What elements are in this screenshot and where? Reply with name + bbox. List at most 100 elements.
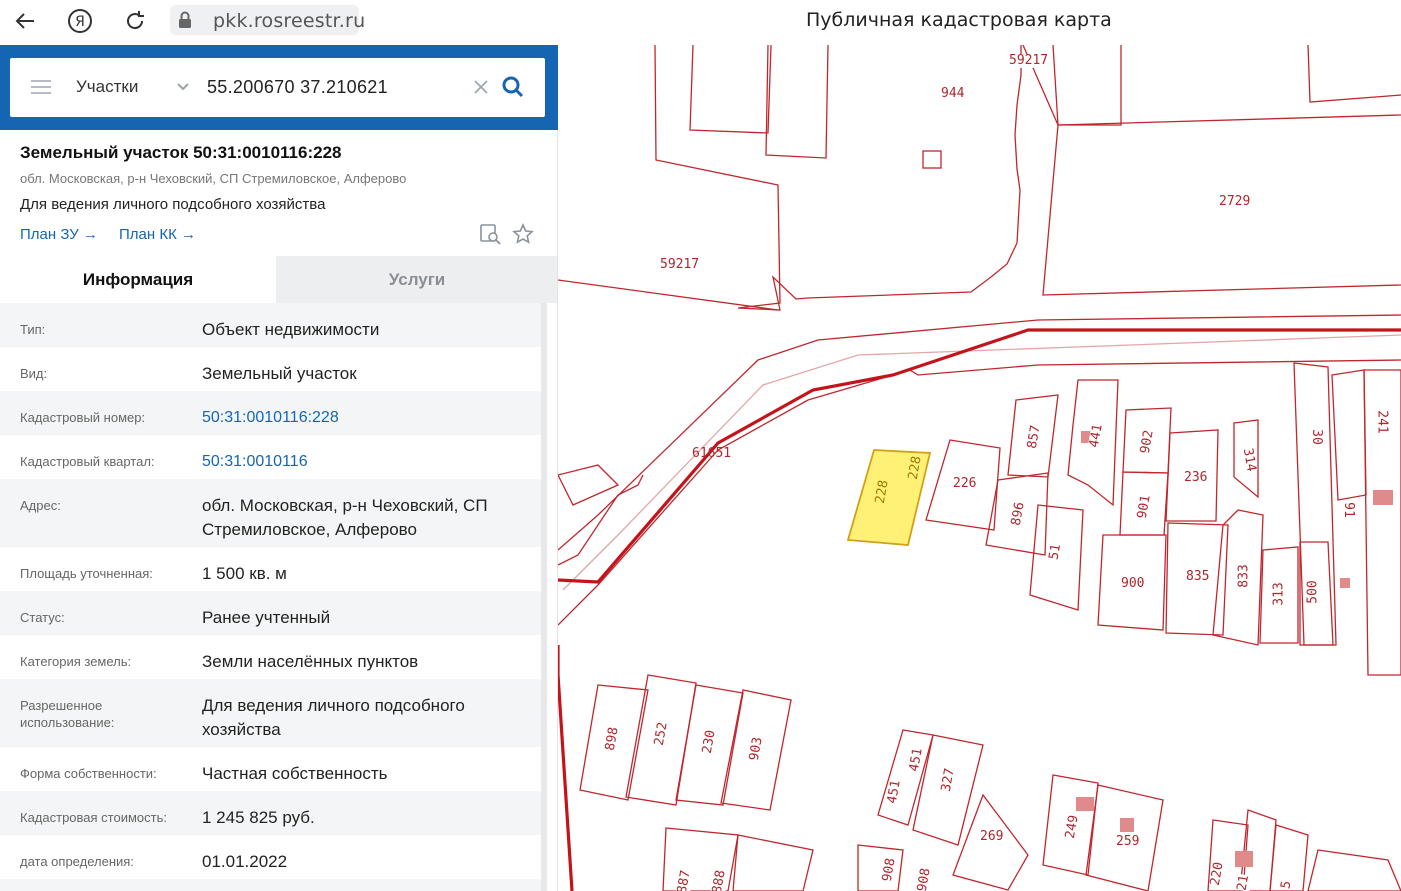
plan-zu-link[interactable]: План ЗУ → [20, 226, 98, 243]
browser-toolbar: Я pkk.rosreestr.ru Публичная кадастровая… [0, 0, 1401, 45]
tab-info[interactable]: Информация [0, 256, 276, 303]
tab-services[interactable]: Услуги [276, 256, 558, 303]
row-value: Объект недвижимости [202, 320, 380, 339]
cadastral-quarter-link[interactable]: 50:31:0010116 [202, 450, 532, 474]
info-sidebar: Участки 55.200670 37.210621 Земельный уч… [0, 45, 578, 891]
parcel-boundary [689, 45, 772, 134]
row-value: Земли населённых пунктов [202, 652, 419, 671]
scrollbar[interactable] [541, 303, 547, 891]
tab-services-label: Услуги [388, 269, 446, 289]
row-label: Площадь уточненная: [20, 566, 153, 581]
clear-icon[interactable] [473, 79, 489, 100]
reload-icon[interactable] [120, 6, 150, 36]
row-label: Вид: [20, 366, 48, 381]
search-panel: Участки 55.200670 37.210621 [0, 45, 578, 130]
yandex-icon[interactable]: Я [65, 6, 95, 36]
row-label: Кадастровый квартал: [20, 454, 155, 469]
parcel-label: 900 [1121, 576, 1145, 591]
info-list: Тип: Объект недвижимости Вид: Земельный … [0, 303, 558, 891]
road-boundary [562, 334, 1401, 591]
building [1076, 797, 1094, 811]
parcel-label: 30 [1308, 429, 1324, 445]
building [1120, 818, 1134, 832]
quarter-boundary [558, 328, 1401, 584]
arrow-right-icon: → [82, 226, 98, 243]
row-value: Для ведения личного подсобного хозяйства [202, 696, 465, 739]
info-row: Форма собственности: Частная собственнос… [0, 747, 545, 791]
search-icon[interactable] [502, 76, 524, 103]
zoom-to-object-icon[interactable] [479, 223, 501, 250]
svg-text:Я: Я [75, 14, 85, 30]
tab-info-label: Информация [82, 269, 194, 289]
parcel-label: 59217 [660, 257, 700, 272]
info-row: Разрешенное использование: Для ведения л… [0, 679, 545, 747]
parcel-boundary [1331, 369, 1367, 501]
row-label: Разрешенное использование: [20, 698, 115, 730]
map-canvas[interactable] [558, 45, 1401, 891]
parcel-boundary [922, 150, 942, 169]
url-text: pkk.rosreestr.ru [213, 10, 366, 32]
parcel-boundary [732, 834, 814, 891]
row-label: Тип: [20, 322, 46, 337]
plan-zu-label: План ЗУ [20, 226, 79, 243]
row-label: Кадастровый номер: [20, 410, 146, 425]
parcel-boundary [654, 45, 1022, 311]
parcel-label: 21 [1234, 873, 1253, 891]
parcel-label: 226 [953, 476, 977, 491]
parcel-label: 314 [1239, 447, 1259, 473]
parcel-boundary [765, 45, 829, 159]
parcel-label: 59217 [1009, 53, 1049, 68]
row-value: обл. Московская, р-н Чеховский, СП Стрем… [202, 496, 488, 539]
parcel-label: 835 [1186, 569, 1210, 584]
info-row: Кадастровая стоимость: 1 245 825 руб. [0, 791, 545, 835]
cadastral-map[interactable]: 59217 944 2729 59217 61651 228 228 226 8… [558, 45, 1401, 891]
parcel-boundary [1042, 124, 1401, 296]
parcel-label: 259 [1116, 834, 1140, 849]
row-value: 1 500 кв. м [202, 564, 287, 583]
info-row: дата определения: 01.01.2022 [0, 835, 545, 879]
arrow-right-icon: → [180, 226, 196, 243]
parcel-label: 236 [1184, 470, 1208, 485]
row-label: дата определения: [20, 854, 134, 869]
favorite-star-icon[interactable] [512, 223, 534, 250]
row-value: Ранее учтенный [202, 608, 331, 627]
parcel-label: 500 [1305, 580, 1321, 604]
row-label: Адрес: [20, 498, 61, 513]
category-select[interactable]: Участки [76, 77, 138, 97]
page-title: Публичная кадастровая карта [806, 9, 1112, 31]
info-row: Статус: Ранее учтенный [0, 591, 545, 635]
building [1340, 578, 1350, 588]
row-value: 1 245 825 руб. [202, 808, 315, 827]
plan-kk-label: План КК [119, 226, 177, 243]
chevron-down-icon[interactable] [176, 80, 190, 98]
parcel-boundary [1307, 849, 1401, 891]
info-row: Кадастровый номер: 50:31:0010116:228 [0, 391, 545, 435]
plan-kk-link[interactable]: План КК → [119, 226, 196, 243]
parcel-label: 91 [1340, 502, 1356, 518]
road-boundary [558, 474, 644, 566]
quarter-boundary [558, 645, 574, 891]
row-label: Кадастровая стоимость: [20, 810, 167, 825]
cadastral-number-link[interactable]: 50:31:0010116:228 [202, 406, 532, 430]
search-input[interactable]: 55.200670 37.210621 [207, 77, 388, 98]
parcel-label: 833 [1236, 564, 1252, 588]
parcel-label: 2729 [1219, 194, 1251, 209]
building [1235, 851, 1253, 867]
row-label: Категория земель: [20, 654, 132, 669]
parcel-boundary [1057, 114, 1401, 126]
row-label: Форма собственности: [20, 766, 157, 781]
back-arrow-icon[interactable] [10, 6, 40, 36]
info-row: Вид: Земельный участок [0, 347, 545, 391]
address-bar[interactable]: pkk.rosreestr.ru [170, 5, 365, 35]
object-title: Земельный участок 50:31:0010116:228 [20, 143, 342, 162]
parcel-label: 313 [1271, 582, 1287, 606]
parcel-boundary [1307, 45, 1401, 103]
parcel-boundary [558, 279, 779, 311]
object-purpose: Для ведения личного подсобного хозяйства [20, 196, 326, 213]
info-row: Площадь уточненная: 1 500 кв. м [0, 547, 545, 591]
info-row: Тип: Объект недвижимости [0, 303, 545, 347]
menu-icon[interactable] [30, 78, 52, 101]
parcel-label: 241 [1374, 410, 1390, 434]
info-row: Кадастровый квартал: 50:31:0010116 [0, 435, 545, 479]
building [1373, 490, 1393, 505]
